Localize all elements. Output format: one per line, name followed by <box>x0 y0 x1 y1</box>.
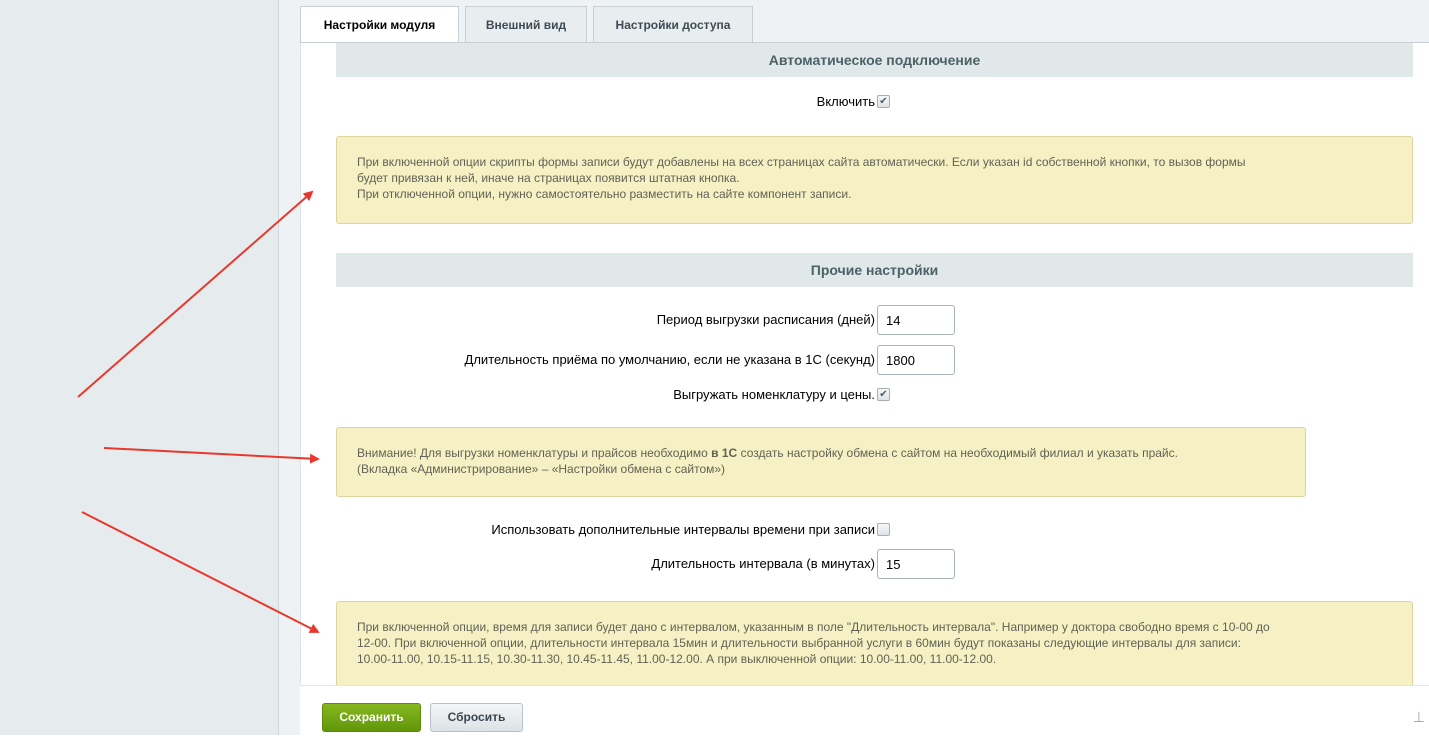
export-label: Выгружать номенклатуру и цены. <box>673 387 875 402</box>
duration-row: Длительность приёма по умолчанию, если н… <box>301 345 1429 375</box>
period-input[interactable] <box>877 305 955 335</box>
tab-module-settings[interactable]: Настройки модуля <box>300 6 459 43</box>
export-row: Выгружать номенклатуру и цены. ✔ <box>301 380 1429 410</box>
check-icon: ✔ <box>879 96 888 107</box>
enable-row: Включить ✔ <box>301 87 1429 117</box>
section-header-other-settings: Прочие настройки <box>336 253 1413 287</box>
warning-line-1: Внимание! Для выгрузки номенклатуры и пр… <box>357 445 1285 461</box>
section-header-auto-connect: Автоматическое подключение <box>336 43 1413 77</box>
pin-icon[interactable]: ⊥ <box>1413 709 1425 726</box>
tab-appearance[interactable]: Внешний вид <box>465 6 587 42</box>
warning-line-2: (Вкладка «Администрирование» – «Настройк… <box>357 462 726 476</box>
warning-text-after: создать настройку обмена с сайтом на нео… <box>737 446 1178 460</box>
interval-note: При включенной опции, время для записи б… <box>336 601 1413 685</box>
enable-label: Включить <box>816 94 875 109</box>
warning-text-bold: в 1С <box>711 446 738 460</box>
duration-input[interactable] <box>877 345 955 375</box>
period-row: Период выгрузки расписания (дней) <box>301 305 1429 335</box>
left-sidebar <box>0 0 279 735</box>
export-warning-note: Внимание! Для выгрузки номенклатуры и пр… <box>336 427 1306 497</box>
intervals-checkbox[interactable] <box>877 523 890 536</box>
save-button[interactable]: Сохранить <box>322 703 421 732</box>
intervals-row: Использовать дополнительные интервалы вр… <box>301 515 1429 545</box>
note-line: 12-00. При включенной опции, длительност… <box>357 636 1241 650</box>
settings-panel: Автоматическое подключение Включить ✔ Пр… <box>300 43 1429 685</box>
warning-text-before: Внимание! Для выгрузки номенклатуры и пр… <box>357 446 712 460</box>
note-line: При включенной опции скрипты формы запис… <box>357 155 1246 169</box>
reset-button[interactable]: Сбросить <box>430 703 523 732</box>
check-icon: ✔ <box>879 389 888 400</box>
period-label: Период выгрузки расписания (дней) <box>656 312 875 327</box>
duration-label: Длительность приёма по умолчанию, если н… <box>464 352 875 367</box>
footer-bar: Сохранить Сбросить ⊥ <box>300 685 1429 736</box>
note-line: При включенной опции, время для записи б… <box>357 620 1270 634</box>
tab-access-settings[interactable]: Настройки доступа <box>593 6 753 42</box>
interval-length-label: Длительность интервала (в минутах) <box>651 556 875 571</box>
enable-checkbox[interactable]: ✔ <box>877 95 890 108</box>
note-line: будет привязан к ней, иначе на страницах… <box>357 171 740 185</box>
note-line: 10.00-11.00, 10.15-11.15, 10.30-11.30, 1… <box>357 652 997 666</box>
export-checkbox[interactable]: ✔ <box>877 388 890 401</box>
note-line: При отключенной опции, нужно самостоятел… <box>357 187 852 201</box>
interval-length-row: Длительность интервала (в минутах) <box>301 549 1429 579</box>
auto-connect-note: При включенной опции скрипты формы запис… <box>336 136 1413 224</box>
interval-length-input[interactable] <box>877 549 955 579</box>
intervals-label: Использовать дополнительные интервалы вр… <box>491 522 875 537</box>
